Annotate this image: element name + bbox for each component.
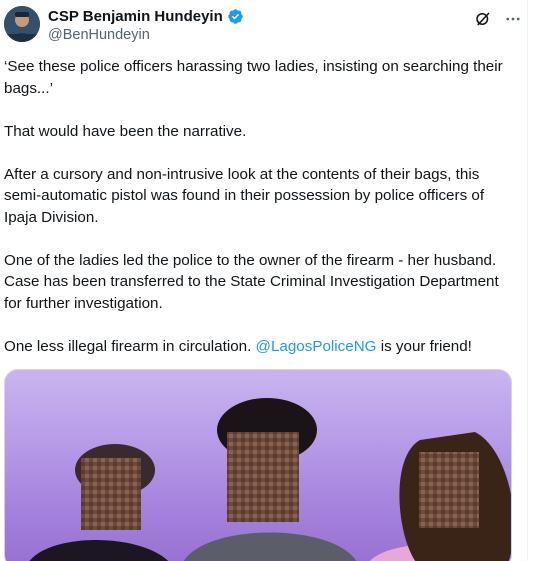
header-actions <box>472 8 524 30</box>
name-row: CSP Benjamin Hundeyin <box>48 6 244 26</box>
verified-badge-icon[interactable] <box>227 8 244 25</box>
tweet-paragraph: One of the ladies led the police to the … <box>4 251 503 312</box>
tweet-paragraph: After a cursory and non-intrusive look a… <box>4 165 489 226</box>
mention-link[interactable]: @LagosPoliceNG <box>256 338 377 355</box>
more-icon[interactable] <box>502 8 524 30</box>
grok-icon[interactable] <box>472 8 494 30</box>
tweet-text-segment: One less illegal firearm in circulation. <box>4 337 256 355</box>
avatar[interactable] <box>4 6 40 42</box>
tweet-header: CSP Benjamin Hundeyin @BenHundeyin <box>4 4 524 48</box>
timeline-border <box>527 0 528 561</box>
avatar-image <box>4 6 40 42</box>
author-handle[interactable]: @BenHundeyin <box>48 27 244 43</box>
tweet-paragraph-final: One less illegal firearm in circulation.… <box>4 336 514 358</box>
tweet-paragraph: That would have been the narrative. <box>4 122 247 140</box>
author-display-name[interactable]: CSP Benjamin Hundeyin <box>48 8 223 25</box>
tweet-text: ‘See these police officers harassing two… <box>4 56 514 379</box>
author-block: CSP Benjamin Hundeyin @BenHundeyin <box>48 6 244 43</box>
tweet-text-segment: is your friend! <box>376 337 472 355</box>
tweet-paragraph: ‘See these police officers harassing two… <box>4 58 507 97</box>
tweet-media-image[interactable] <box>4 369 512 561</box>
suspects-photo <box>29 398 511 561</box>
